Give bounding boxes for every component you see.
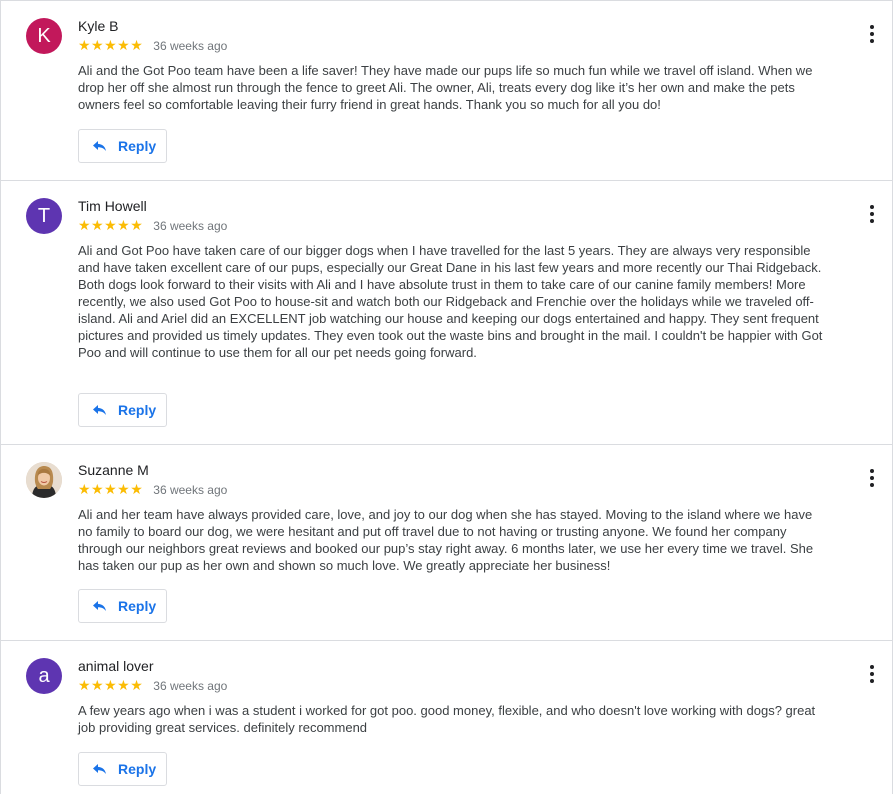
review-time: 36 weeks ago [153, 39, 228, 53]
reviewer-name[interactable]: Tim Howell [78, 198, 147, 214]
review-item: T Tim Howell ★★★★★ 36 weeks ago Ali and … [1, 181, 892, 445]
review-text: Ali and her team have always provided ca… [78, 507, 814, 573]
reply-icon [93, 601, 106, 611]
review-time: 36 weeks ago [153, 219, 228, 233]
reply-button[interactable]: Reply [78, 129, 167, 163]
star-rating: ★★★★★ [78, 482, 144, 498]
reviews-list: K Kyle B ★★★★★ 36 weeks ago Ali and the … [0, 0, 893, 794]
avatar[interactable]: a [26, 658, 62, 694]
more-vertical-icon[interactable] [861, 23, 883, 45]
review-item: K Kyle B ★★★★★ 36 weeks ago Ali and the … [1, 1, 892, 181]
reply-label: Reply [118, 138, 157, 154]
review-item: a animal lover ★★★★★ 36 weeks ago A few … [1, 641, 892, 794]
avatar[interactable] [26, 462, 62, 498]
star-rating: ★★★★★ [78, 38, 144, 54]
avatar[interactable]: K [26, 18, 62, 54]
review-time: 36 weeks ago [153, 679, 228, 693]
star-rating: ★★★★★ [78, 218, 144, 234]
star-rating: ★★★★★ [78, 678, 144, 694]
review-meta: ★★★★★ 36 weeks ago [78, 218, 227, 234]
review-meta: ★★★★★ 36 weeks ago [78, 38, 227, 54]
reply-icon [93, 405, 106, 415]
reply-label: Reply [118, 402, 157, 418]
more-vertical-icon[interactable] [861, 663, 883, 685]
review-item: Suzanne M ★★★★★ 36 weeks ago Ali and her… [1, 445, 892, 641]
reply-icon [93, 141, 106, 151]
reviewer-name[interactable]: animal lover [78, 658, 153, 674]
review-time: 36 weeks ago [153, 483, 228, 497]
reply-button[interactable]: Reply [78, 752, 167, 786]
reviewer-name[interactable]: Suzanne M [78, 462, 149, 478]
profile-photo-icon [26, 462, 62, 498]
reply-icon [93, 764, 106, 774]
more-vertical-icon[interactable] [861, 467, 883, 489]
review-meta: ★★★★★ 36 weeks ago [78, 482, 227, 498]
reply-label: Reply [118, 761, 157, 777]
reply-button[interactable]: Reply [78, 393, 167, 427]
review-text: Ali and Got Poo have taken care of our b… [78, 243, 823, 360]
reply-label: Reply [118, 598, 157, 614]
review-meta: ★★★★★ 36 weeks ago [78, 678, 227, 694]
reviewer-name[interactable]: Kyle B [78, 18, 118, 34]
avatar[interactable]: T [26, 198, 62, 234]
review-text: A few years ago when i was a student i w… [78, 703, 816, 735]
review-text: Ali and the Got Poo team have been a lif… [78, 63, 813, 112]
reply-button[interactable]: Reply [78, 589, 167, 623]
more-vertical-icon[interactable] [861, 203, 883, 225]
